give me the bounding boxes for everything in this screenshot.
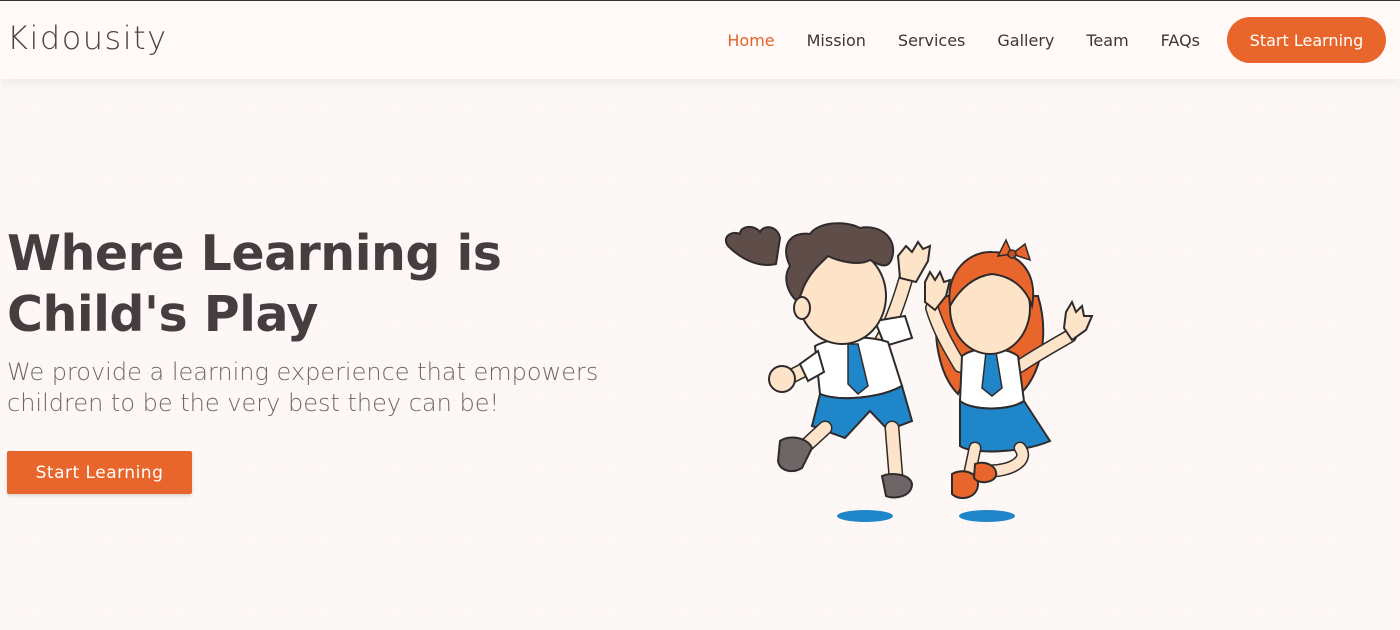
nav-link-services[interactable]: Services — [898, 31, 965, 50]
nav-link-home[interactable]: Home — [727, 31, 774, 50]
nav-link-gallery[interactable]: Gallery — [997, 31, 1054, 50]
hero-subtitle: We provide a learning experience that em… — [7, 358, 599, 417]
main-nav: Home Mission Services Gallery Team FAQs — [695, 1, 1200, 79]
nav-link-team[interactable]: Team — [1086, 31, 1128, 50]
hero-title: Where Learning is Child's Play — [7, 225, 502, 343]
brand-logo[interactable]: Kidousity — [7, 19, 168, 57]
nav-start-learning-button[interactable]: Start Learning — [1227, 17, 1386, 63]
nav-link-faqs[interactable]: FAQs — [1161, 31, 1200, 50]
top-navbar: Kidousity Home Mission Services Gallery … — [0, 1, 1400, 79]
girl-figure — [924, 238, 1094, 500]
hero-start-learning-button[interactable]: Start Learning — [7, 451, 192, 494]
kids-jumping-illustration — [724, 222, 1094, 522]
boy-figure — [724, 222, 932, 499]
nav-link-mission[interactable]: Mission — [807, 31, 866, 50]
